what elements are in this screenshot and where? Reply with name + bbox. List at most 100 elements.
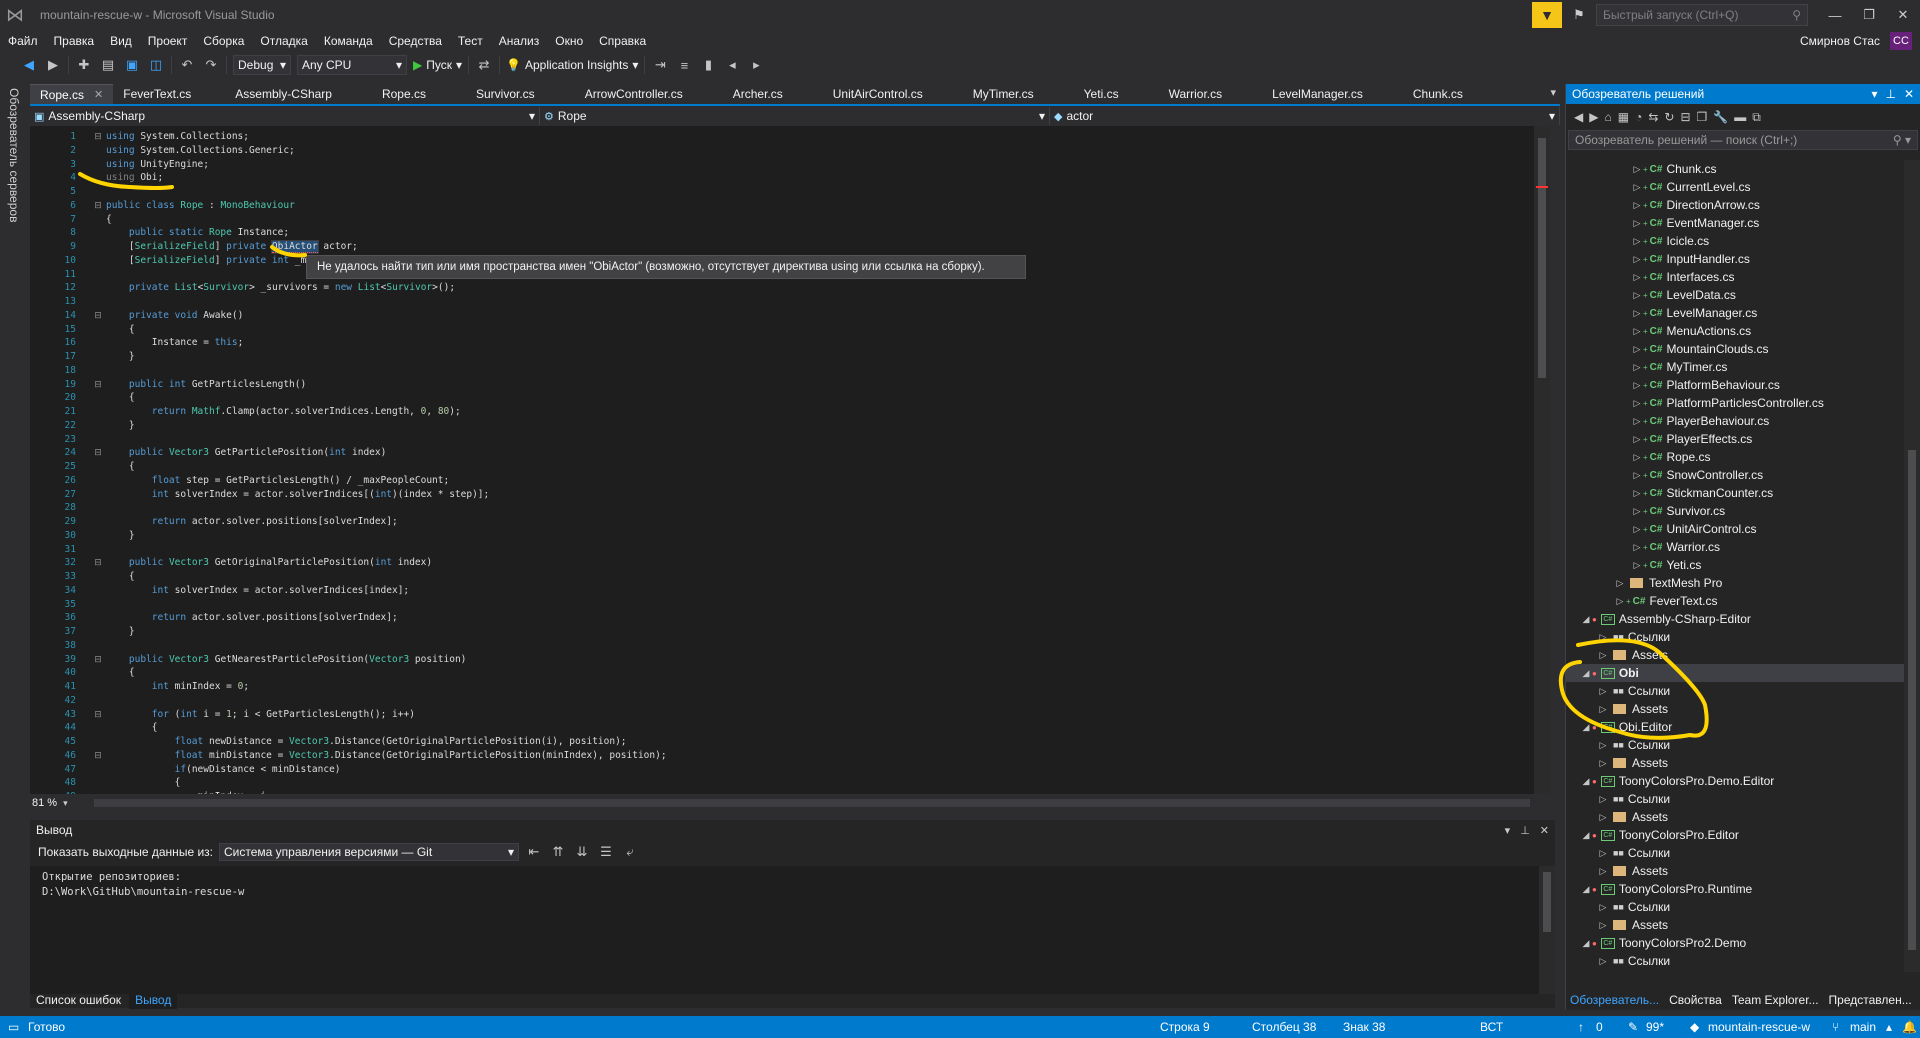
tab-overflow-icon[interactable]: ▾ (1550, 86, 1556, 99)
expand-right-icon[interactable]: ▷ (1631, 362, 1643, 373)
prev-bookmark-icon[interactable]: ◂ (723, 56, 741, 74)
tree-item[interactable]: ▷ + C# Rope.cs (1566, 448, 1904, 466)
pin-icon[interactable]: ⊥ (1885, 87, 1895, 101)
tree-item[interactable]: ▷ ■■ Ссылки (1566, 790, 1904, 808)
tree-item[interactable]: ▷ TextMesh Pro (1566, 574, 1904, 592)
tree-item[interactable]: ▷ + C# InputHandler.cs (1566, 250, 1904, 268)
solution-search-input[interactable]: Обозреватель решений — поиск (Ctrl+;) ⚲ … (1568, 130, 1918, 150)
type-dropdown[interactable]: ⚙ Rope ▾ (540, 107, 1050, 125)
next-message-icon[interactable]: ⇊ (573, 843, 591, 861)
tree-item[interactable]: ▷ ■■ Ссылки (1566, 844, 1904, 862)
tree-item[interactable]: ▷ ■■ Ссылки (1566, 952, 1904, 970)
output-source-select[interactable]: Система управления версиями — Git ▾ (218, 843, 519, 861)
tree-item[interactable]: ▷ + C# SnowController.cs (1566, 466, 1904, 484)
menu-view[interactable]: Вид (102, 34, 140, 48)
menu-tools[interactable]: Средства (381, 34, 450, 48)
expand-right-icon[interactable]: ▷ (1631, 488, 1643, 499)
error-marker[interactable] (1536, 186, 1548, 188)
tab-mytimer-cs[interactable]: MyTimer.cs (963, 84, 1044, 104)
tree-item[interactable]: ◢ ● C# Obi.Editor (1566, 718, 1904, 736)
tab-yeti-cs[interactable]: Yeti.cs (1074, 84, 1129, 104)
scrollbar-thumb[interactable] (1538, 138, 1546, 378)
chevron-down-icon[interactable]: ▾ (1505, 824, 1511, 837)
tree-item[interactable]: ▷ ■■ Ссылки (1566, 898, 1904, 916)
class-diagram-icon[interactable]: ⧉ (1752, 110, 1761, 125)
expand-right-icon[interactable]: ▷ (1597, 650, 1609, 661)
menu-file[interactable]: Файл (0, 34, 46, 48)
comment-icon[interactable]: ≡ (675, 56, 693, 74)
expand-down-icon[interactable]: ◢ (1580, 884, 1592, 895)
forward-icon[interactable]: ▶ (1589, 110, 1598, 124)
application-insights-button[interactable]: 💡 Application Insights ▾ (506, 58, 638, 72)
tree-item[interactable]: ▷ + C# Warrior.cs (1566, 538, 1904, 556)
tree-item[interactable]: ◢ ● C# Obi (1566, 664, 1904, 682)
browser-link-icon[interactable]: ⇄ (475, 56, 493, 74)
back-icon[interactable]: ◀ (20, 56, 38, 74)
collapse-icon[interactable]: ⊟ (92, 446, 104, 460)
bookmark-icon[interactable]: ▮ (699, 56, 717, 74)
zoom-level[interactable]: 81 % (32, 797, 57, 809)
server-explorer-tab[interactable]: Обозреватель серверов (7, 88, 21, 222)
output-text[interactable]: Открытие репозиториев: D:\Work\GitHub\mo… (30, 866, 1539, 994)
close-window-button[interactable]: ✕ (1886, 7, 1920, 23)
back-icon[interactable]: ◀ (1574, 110, 1583, 124)
expand-right-icon[interactable]: ▷ (1631, 398, 1643, 409)
expand-right-icon[interactable]: ▷ (1631, 326, 1643, 337)
status-repository[interactable]: mountain-rescue-w (1708, 1020, 1810, 1034)
refresh-icon[interactable]: ↻ (1664, 110, 1674, 124)
expand-right-icon[interactable]: ▷ (1597, 902, 1609, 913)
collapse-icon[interactable]: ⊟ (92, 556, 104, 570)
tab-solution-explorer[interactable]: Обозреватель... (1570, 993, 1659, 1007)
expand-right-icon[interactable]: ▷ (1597, 920, 1609, 931)
expand-down-icon[interactable]: ◢ (1580, 938, 1592, 949)
expand-right-icon[interactable]: ▷ (1631, 272, 1643, 283)
expand-down-icon[interactable]: ◢ (1580, 830, 1592, 841)
tree-item[interactable]: ▷ Assets (1566, 862, 1904, 880)
tree-item[interactable]: ▷ ■■ Ссылки (1566, 628, 1904, 646)
tree-item[interactable]: ▷ + C# EventManager.cs (1566, 214, 1904, 232)
pin-icon[interactable]: ⊥ (1520, 824, 1530, 837)
expand-right-icon[interactable]: ▷ (1631, 254, 1643, 265)
tree-item[interactable]: ▷ + C# Survivor.cs (1566, 502, 1904, 520)
menu-build[interactable]: Сборка (195, 34, 252, 48)
open-file-icon[interactable]: ▤ (99, 56, 117, 74)
editor-horizontal-scrollbar[interactable] (94, 799, 1530, 807)
feedback-icon[interactable]: ⚑ (1568, 7, 1590, 23)
expand-right-icon[interactable]: ▷ (1597, 632, 1609, 643)
tree-item[interactable]: ▷ + C# DirectionArrow.cs (1566, 196, 1904, 214)
menu-window[interactable]: Окно (547, 34, 591, 48)
code-text[interactable]: using System.Collections; using System.C… (106, 130, 1530, 794)
collapse-icon[interactable]: ⊟ (92, 378, 104, 392)
word-wrap-icon[interactable]: ⤶ (621, 843, 639, 861)
status-branch[interactable]: main (1850, 1020, 1876, 1034)
expand-right-icon[interactable]: ▷ (1631, 290, 1643, 301)
expand-right-icon[interactable]: ▷ (1597, 794, 1609, 805)
expand-right-icon[interactable]: ▷ (1631, 182, 1643, 193)
expand-right-icon[interactable]: ▷ (1631, 542, 1643, 553)
go-to-message-icon[interactable]: ⇤ (525, 843, 543, 861)
user-name[interactable]: Смирнов Стас (1800, 34, 1880, 48)
expand-right-icon[interactable]: ▷ (1631, 524, 1643, 535)
tab-archer-cs[interactable]: Archer.cs (723, 84, 793, 104)
tree-item[interactable]: ▷ Assets (1566, 916, 1904, 934)
switch-views-icon[interactable]: ▦ (1618, 110, 1629, 124)
tab-levelmanager-cs[interactable]: LevelManager.cs (1262, 84, 1373, 104)
tree-item[interactable]: ▷ + C# MountainClouds.cs (1566, 340, 1904, 358)
home-icon[interactable]: ⌂ (1604, 110, 1611, 124)
expand-right-icon[interactable]: ▷ (1631, 344, 1643, 355)
collapse-icon[interactable]: ⊟ (92, 130, 104, 144)
tree-item[interactable]: ▷ + C# StickmanCounter.cs (1566, 484, 1904, 502)
tree-item[interactable]: ▷ + C# PlayerBehaviour.cs (1566, 412, 1904, 430)
menu-project[interactable]: Проект (140, 34, 196, 48)
expand-down-icon[interactable]: ◢ (1580, 668, 1592, 679)
status-unpushed[interactable]: 0 (1596, 1020, 1603, 1034)
step-icon[interactable]: ⇥ (651, 56, 669, 74)
expand-right-icon[interactable]: ▷ (1614, 578, 1626, 589)
tree-item[interactable]: ▷ + C# CurrentLevel.cs (1566, 178, 1904, 196)
tab-warrior-cs[interactable]: Warrior.cs (1159, 84, 1233, 104)
tab-output[interactable]: Вывод (129, 991, 178, 1009)
collapse-all-icon[interactable]: ⊟ (1680, 110, 1690, 124)
show-all-files-icon[interactable]: ❐ (1697, 110, 1708, 124)
tree-item[interactable]: ▷ + C# FeverText.cs (1566, 592, 1904, 610)
forward-icon[interactable]: ▶ (44, 56, 62, 74)
